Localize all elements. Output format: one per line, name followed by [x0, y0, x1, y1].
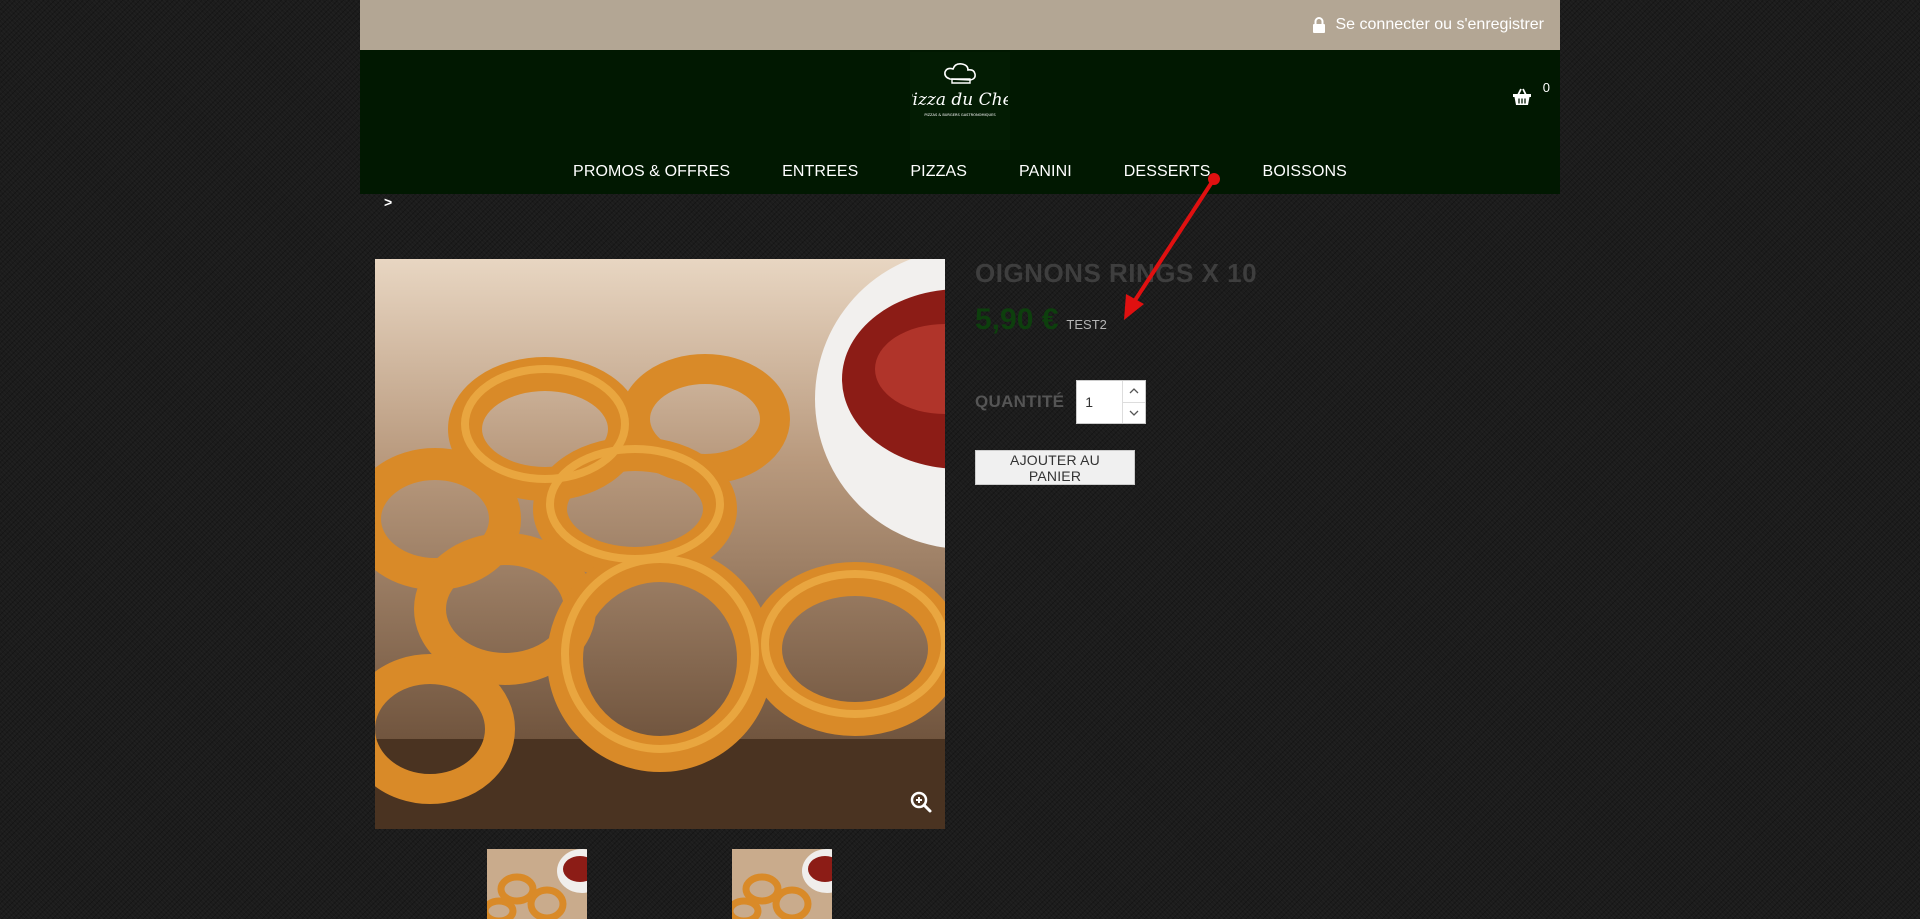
- site-header: Pizza du Chef PIZZAS & BURGERS GASTRONOM…: [360, 50, 1560, 194]
- nav-item-promos[interactable]: PROMOS & OFFRES: [547, 162, 756, 186]
- quantity-row: QUANTITÉ: [975, 380, 1147, 424]
- annotation-arrow: [1124, 173, 1220, 320]
- product-thumbnail-1[interactable]: [487, 849, 587, 919]
- lock-icon: [1312, 17, 1326, 33]
- main-nav: PROMOS & OFFRES ENTREES PIZZAS PANINI DE…: [360, 162, 1560, 186]
- product-main-image[interactable]: [375, 259, 945, 829]
- cart-button[interactable]: [1512, 88, 1532, 111]
- login-label: Se connecter ou s'enregistrer: [1335, 16, 1545, 33]
- product-thumbnail-2[interactable]: [732, 849, 832, 919]
- breadcrumb: >: [384, 194, 393, 210]
- logo-image: Pizza du Chef PIZZAS & BURGERS GASTRONOM…: [912, 63, 1008, 117]
- quantity-decrease-button[interactable]: [1123, 401, 1146, 424]
- price-row: 5,90 € TEST2: [975, 303, 1107, 337]
- quantity-label: QUANTITÉ: [975, 392, 1065, 411]
- thumbnail-image: [487, 849, 587, 919]
- top-bar: Se connecter ou s'enregistrer: [360, 0, 1560, 50]
- quantity-buttons: [1122, 381, 1146, 424]
- chevron-up-icon: [1129, 388, 1139, 394]
- chevron-down-icon: [1129, 410, 1139, 416]
- thumbnail-image: [732, 849, 832, 919]
- nav-item-boissons[interactable]: BOISSONS: [1237, 162, 1373, 186]
- onion-rings-photo: [375, 259, 945, 829]
- add-to-cart-button[interactable]: AJOUTER AU PANIER: [975, 450, 1135, 485]
- zoom-in-icon[interactable]: [909, 790, 933, 819]
- nav-item-panini[interactable]: PANINI: [993, 162, 1098, 186]
- svg-text:Pizza du Chef: Pizza du Chef: [912, 90, 1008, 110]
- site-logo[interactable]: Pizza du Chef PIZZAS & BURGERS GASTRONOM…: [910, 52, 1010, 150]
- login-link[interactable]: Se connecter ou s'enregistrer: [1312, 0, 1545, 50]
- product-price: 5,90 €: [975, 303, 1059, 336]
- quantity-stepper[interactable]: [1076, 380, 1147, 424]
- cart-count: 0: [1542, 80, 1550, 95]
- tax-label: TEST2: [1066, 317, 1107, 332]
- nav-item-entrees[interactable]: ENTREES: [756, 162, 884, 186]
- nav-item-pizzas[interactable]: PIZZAS: [884, 162, 993, 186]
- basket-icon: [1513, 88, 1531, 105]
- quantity-increase-button[interactable]: [1123, 381, 1145, 402]
- svg-text:PIZZAS & BURGERS GASTRONOMIQUE: PIZZAS & BURGERS GASTRONOMIQUES: [924, 113, 996, 117]
